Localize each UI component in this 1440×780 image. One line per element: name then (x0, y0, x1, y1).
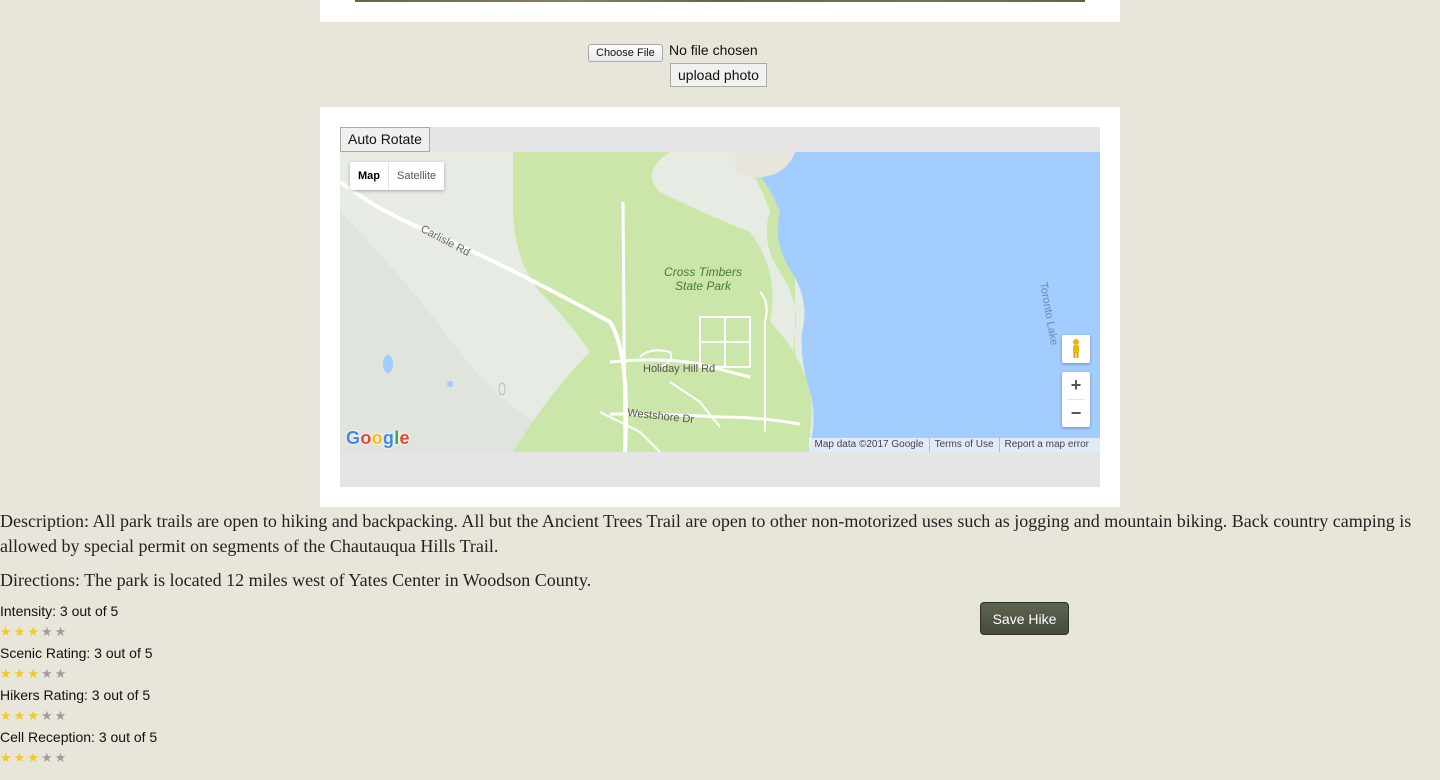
star-empty-icon: ★ (54, 666, 69, 681)
map-view[interactable]: Carlisle Rd Cross Timbers State Park Hol… (340, 152, 1100, 452)
star-filled-icon: ★ (13, 624, 28, 639)
zoom-out-button[interactable]: − (1062, 400, 1090, 427)
hike-description: Description: All park trails are open to… (0, 511, 1412, 556)
zoom-control: + − (1062, 372, 1090, 427)
hike-directions: Directions: The park is located 12 miles… (0, 570, 592, 590)
rating-cell-reception: Cell Reception: 3 out of 5 ★★★★★ (0, 729, 300, 771)
star-empty-icon: ★ (40, 666, 55, 681)
star-empty-icon: ★ (54, 708, 69, 723)
star-empty-icon: ★ (40, 624, 55, 639)
rating-label: Intensity: 3 out of 5 (0, 603, 119, 619)
zoom-in-button[interactable]: + (1062, 372, 1090, 399)
rating-label: Scenic Rating: 3 out of 5 (0, 645, 153, 661)
map-panel: Auto Rotate Carlisle Rd Cross Timbers St… (340, 127, 1100, 487)
report-map-error-link[interactable]: Report a map error (998, 438, 1094, 452)
star-rating: ★★★★★ (0, 624, 68, 640)
star-filled-icon: ★ (0, 750, 14, 765)
star-rating: ★★★★★ (0, 708, 68, 724)
upload-photo-button[interactable]: upload photo (670, 63, 767, 87)
map-type-control: Map Satellite (350, 162, 445, 190)
star-empty-icon: ★ (40, 750, 55, 765)
street-view-pegman[interactable] (1062, 335, 1090, 363)
star-filled-icon: ★ (13, 708, 28, 723)
map-type-map-button[interactable]: Map (350, 162, 389, 190)
rating-hikers: Hikers Rating: 3 out of 5 ★★★★★ (0, 687, 300, 729)
rating-label: Hikers Rating: 3 out of 5 (0, 687, 151, 703)
star-filled-icon: ★ (0, 708, 14, 723)
star-filled-icon: ★ (27, 708, 41, 723)
star-filled-icon: ★ (27, 750, 41, 765)
star-filled-icon: ★ (0, 624, 14, 639)
star-empty-icon: ★ (54, 624, 69, 639)
star-filled-icon: ★ (13, 666, 28, 681)
rating-intensity: Intensity: 3 out of 5 ★★★★★ (0, 603, 300, 645)
map-card: Auto Rotate Carlisle Rd Cross Timbers St… (320, 107, 1120, 507)
google-logo[interactable]: Google (346, 428, 410, 449)
hike-details: Description: All park trails are open to… (0, 509, 1430, 593)
map-tiles: Carlisle Rd Cross Timbers State Park Hol… (340, 152, 1100, 452)
star-filled-icon: ★ (27, 624, 41, 639)
map-label-park-line2: State Park (675, 279, 732, 293)
photo-upload-form: Choose File No file chosen upload photo (588, 42, 788, 92)
save-hike-button[interactable]: Save Hike (980, 602, 1069, 635)
pegman-icon (1073, 339, 1079, 358)
ratings-list: Intensity: 3 out of 5 ★★★★★ Scenic Ratin… (0, 603, 300, 771)
rating-label: Cell Reception: 3 out of 5 (0, 729, 158, 745)
star-filled-icon: ★ (13, 750, 28, 765)
star-filled-icon: ★ (0, 666, 14, 681)
star-empty-icon: ★ (54, 750, 69, 765)
map-type-satellite-button[interactable]: Satellite (389, 162, 444, 190)
map-footer: Map data ©2017 Google Terms of Use Repor… (809, 438, 1100, 452)
auto-rotate-button[interactable]: Auto Rotate (340, 127, 430, 152)
rating-scenic: Scenic Rating: 3 out of 5 ★★★★★ (0, 645, 300, 687)
photo-card (320, 0, 1120, 22)
terms-of-use-link[interactable]: Terms of Use (928, 438, 999, 452)
choose-file-button[interactable]: Choose File (588, 44, 663, 62)
star-rating: ★★★★★ (0, 666, 68, 682)
star-rating: ★★★★★ (0, 750, 68, 766)
hike-photo (355, 0, 1085, 2)
file-status-text: No file chosen (669, 42, 758, 58)
map-label-park-line1: Cross Timbers (664, 265, 742, 279)
star-filled-icon: ★ (27, 666, 41, 681)
map-attribution: Map data ©2017 Google (814, 439, 924, 450)
map-label-holiday-hill-rd: Holiday Hill Rd (643, 363, 715, 375)
star-empty-icon: ★ (40, 708, 55, 723)
